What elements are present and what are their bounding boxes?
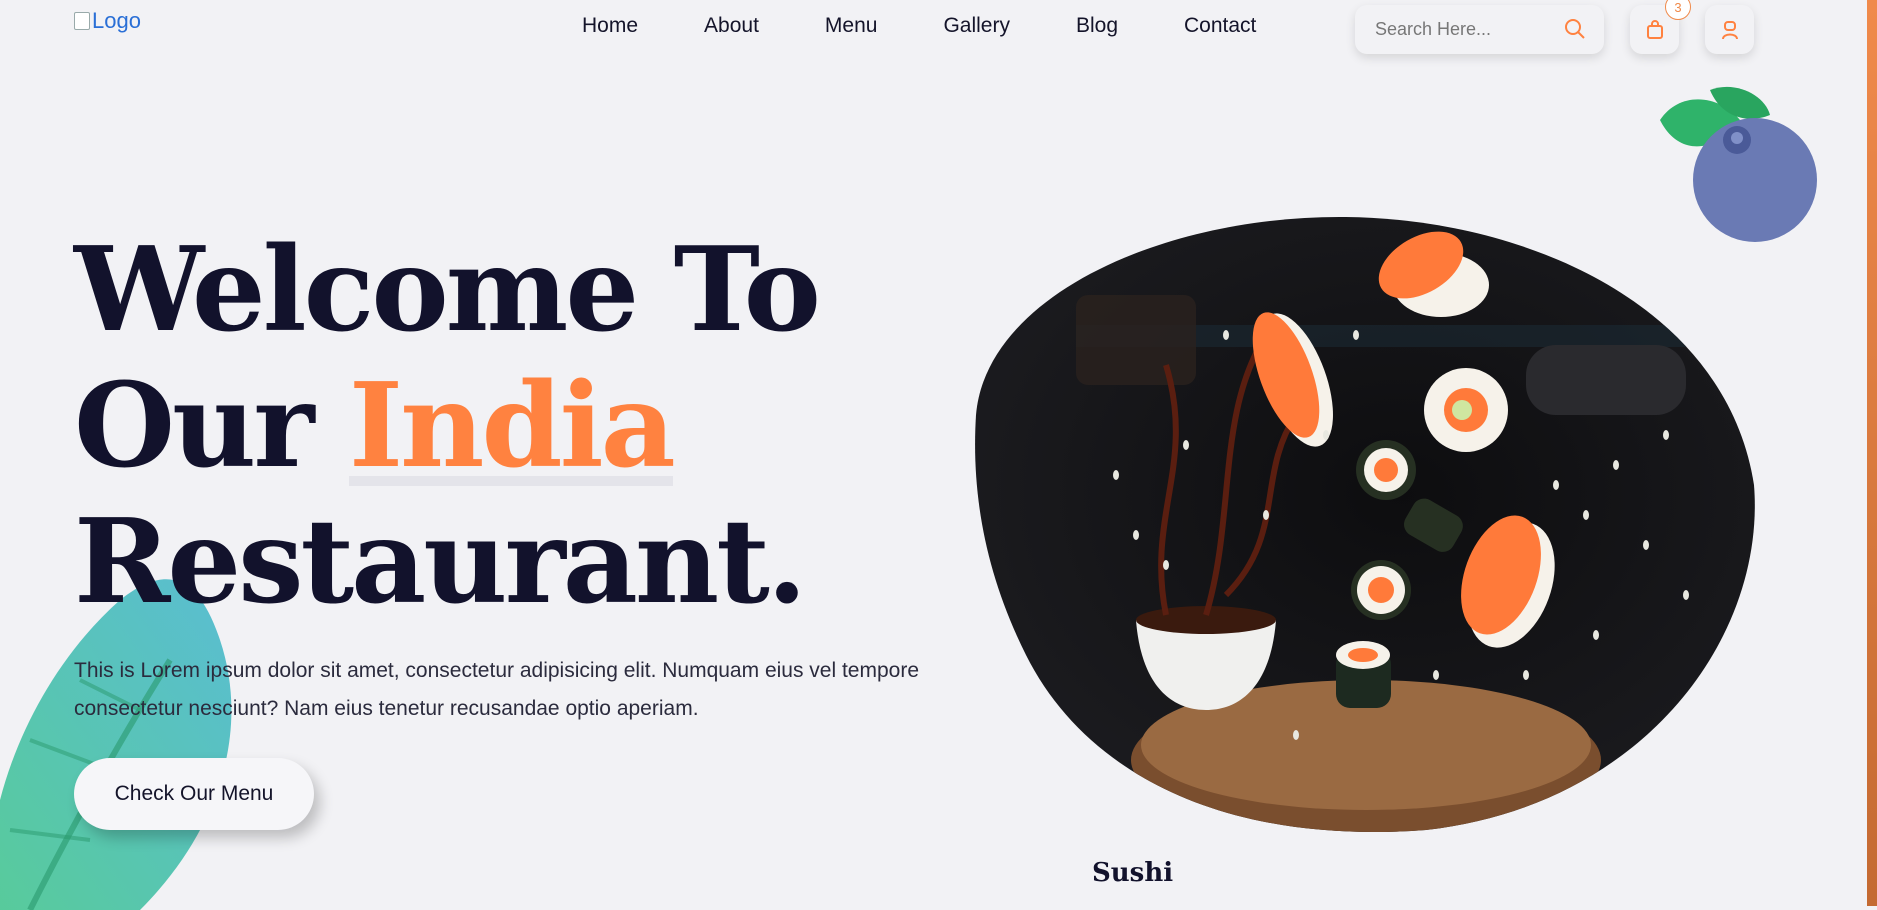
user-button[interactable]: [1705, 5, 1754, 54]
user-icon: [1721, 20, 1738, 39]
nav-blog[interactable]: Blog: [1076, 14, 1118, 38]
hero-title-line1: Welcome To: [74, 222, 821, 358]
hero-title-accent: India: [348, 358, 676, 494]
nav-contact[interactable]: Contact: [1184, 14, 1256, 38]
hero-title-line3: Restaurant.: [74, 494, 807, 630]
nav-home[interactable]: Home: [582, 14, 638, 38]
search-input[interactable]: [1373, 18, 1562, 41]
dish-caption: Sushi: [1092, 858, 1174, 888]
scrollbar-thumb[interactable]: [1867, 0, 1877, 906]
sushi-image: [975, 216, 1755, 833]
check-menu-button[interactable]: Check Our Menu: [74, 758, 314, 830]
hero-title: Welcome To Our India Restaurant.: [74, 222, 821, 630]
hero-title-line2-prefix: Our: [74, 358, 349, 494]
nav-gallery[interactable]: Gallery: [943, 14, 1010, 38]
search-box: [1355, 5, 1604, 54]
broken-image-icon: [74, 12, 90, 30]
nav-about[interactable]: About: [704, 14, 759, 38]
main-nav: Home About Menu Gallery Blog Contact: [582, 14, 1256, 38]
logo[interactable]: Logo: [74, 8, 141, 34]
cart-count-badge: 3: [1665, 0, 1691, 20]
shopping-bag-icon: [1646, 19, 1663, 39]
nav-menu[interactable]: Menu: [825, 14, 878, 38]
hero-description: This is Lorem ipsum dolor sit amet, cons…: [74, 659, 920, 720]
scrollbar-track[interactable]: [1867, 0, 1877, 906]
logo-alt-text: Logo: [92, 8, 141, 33]
search-icon[interactable]: [1564, 18, 1586, 45]
